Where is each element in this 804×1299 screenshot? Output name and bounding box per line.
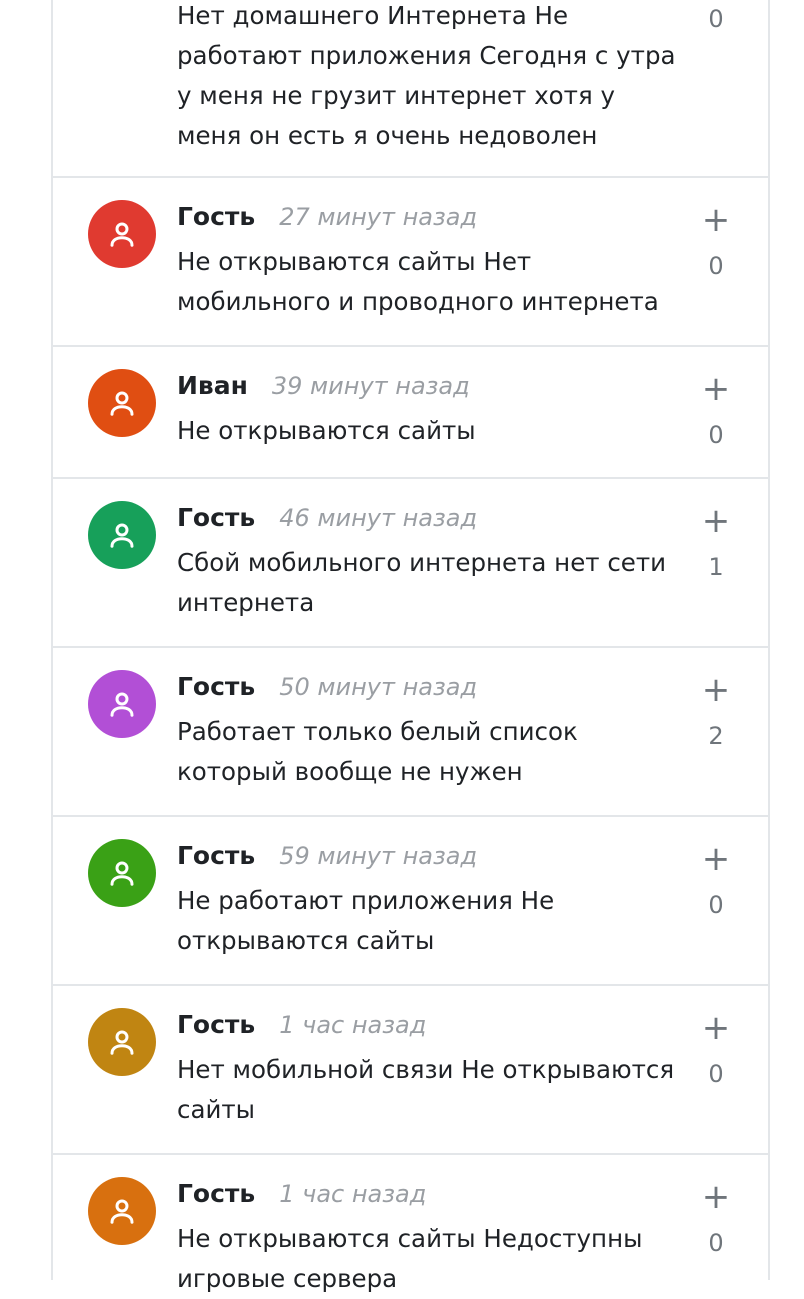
user-icon	[110, 391, 134, 416]
comment-time: 1 час назад	[279, 1180, 427, 1208]
comment-header: Иван 39 минут назад	[177, 371, 470, 405]
author-name: Гость	[177, 503, 256, 532]
upvote-button[interactable]: +	[691, 369, 741, 409]
author-name: Гость	[177, 1010, 256, 1039]
comment-text: Нет домашнего Интернета Не работают прил…	[177, 1, 676, 150]
comment-text: Работает только белый список который воо…	[177, 717, 578, 786]
comment-item: Гость 1 час назад Нет мобильной связи Не…	[53, 986, 768, 1155]
comment-text: Сбой мобильного интернета нет сети интер…	[177, 548, 667, 617]
comment-header: Гость 59 минут назад	[177, 841, 477, 875]
user-icon	[110, 222, 134, 247]
author-name: Иван	[177, 371, 248, 400]
comment-text: Не работают приложения Не открываются са…	[177, 886, 555, 955]
author-name: Гость	[177, 1179, 256, 1208]
comment-time: 1 час назад	[279, 1011, 427, 1039]
avatar	[88, 1008, 156, 1076]
vote-count: 0	[708, 421, 724, 449]
comment-header: Гость 1 час назад	[177, 1010, 426, 1044]
comment-item: Гость 1 час назад Не открываются сайты Н…	[53, 1155, 768, 1293]
comment-text: Не открываются сайты	[177, 416, 476, 445]
vote-count: 2	[708, 722, 724, 750]
upvote-button[interactable]: +	[691, 200, 741, 240]
upvote-button[interactable]: +	[691, 501, 741, 541]
vote-count: 0	[708, 1060, 724, 1088]
user-icon	[110, 523, 134, 548]
author-name: Гость	[177, 202, 256, 231]
avatar	[88, 1177, 156, 1245]
user-icon	[110, 861, 134, 886]
vote-count: 0	[708, 5, 724, 33]
avatar	[88, 839, 156, 907]
user-icon	[110, 692, 134, 717]
upvote-button[interactable]: +	[691, 1177, 741, 1217]
comment-item: Иван 39 минут назад Не открываются сайты…	[53, 347, 768, 479]
vote-count: 1	[708, 553, 724, 581]
comment-item: Нет домашнего Интернета Не работают прил…	[53, 0, 768, 178]
comments-feed: Нет домашнего Интернета Не работают прил…	[51, 0, 770, 1293]
comment-text: Не открываются сайты Недоступны игровые …	[177, 1224, 643, 1293]
vote-count: 0	[708, 891, 724, 919]
comment-time: 39 минут назад	[271, 372, 470, 400]
comment-item: Гость 50 минут назад Работает только бел…	[53, 648, 768, 817]
comment-header: Гость 50 минут назад	[177, 672, 477, 706]
comment-header: Гость 27 минут назад	[177, 202, 477, 236]
comment-time: 27 минут назад	[279, 203, 478, 231]
comment-time: 46 минут назад	[279, 504, 478, 532]
upvote-button[interactable]: +	[691, 839, 741, 879]
vote-count: 0	[708, 1229, 724, 1257]
avatar	[88, 369, 156, 437]
vote-count: 0	[708, 252, 724, 280]
comment-item: Гость 27 минут назад Не открываются сайт…	[53, 178, 768, 347]
upvote-button[interactable]: +	[691, 1008, 741, 1048]
avatar	[88, 200, 156, 268]
comment-header: Гость 46 минут назад	[177, 503, 477, 537]
upvote-button[interactable]: +	[691, 670, 741, 710]
avatar	[88, 670, 156, 738]
avatar	[88, 501, 156, 569]
author-name: Гость	[177, 672, 256, 701]
comment-header: Гость 1 час назад	[177, 1179, 426, 1213]
comment-text: Нет мобильной связи Не открываются сайты	[177, 1055, 675, 1124]
comment-time: 59 минут назад	[279, 842, 478, 870]
comment-item: Гость 46 минут назад Сбой мобильного инт…	[53, 479, 768, 648]
user-icon	[110, 1030, 134, 1055]
comment-text: Не открываются сайты Нет мобильного и пр…	[177, 247, 659, 316]
comment-time: 50 минут назад	[279, 673, 478, 701]
user-icon	[110, 1199, 134, 1224]
author-name: Гость	[177, 841, 256, 870]
comment-item: Гость 59 минут назад Не работают приложе…	[53, 817, 768, 986]
